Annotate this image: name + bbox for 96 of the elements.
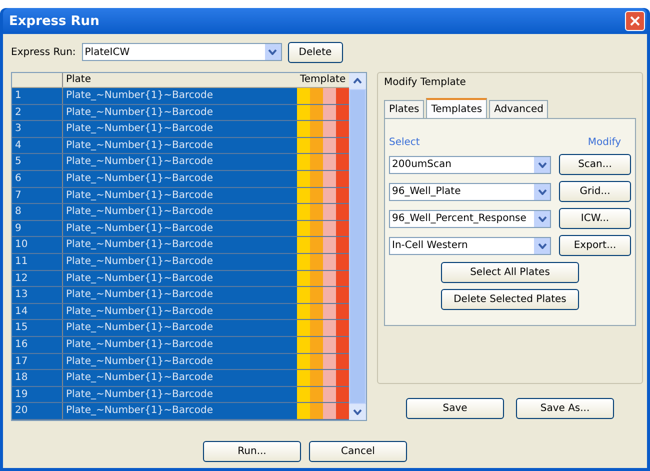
chevron-down-icon <box>538 162 546 168</box>
row-number: 2 <box>14 106 22 120</box>
table-row[interactable]: 20 Plate_~Number{1}~Barcode <box>12 403 349 420</box>
window-title: Express Run <box>9 14 100 28</box>
row-number: 3 <box>14 122 22 136</box>
row-number: 20 <box>14 404 29 418</box>
row-number: 8 <box>14 205 22 220</box>
table-row[interactable]: 8 Plate_~Number{1}~Barcode <box>12 204 349 221</box>
modify-button[interactable]: Scan... <box>559 154 631 175</box>
scrollbar[interactable] <box>349 73 366 420</box>
template-color-bar <box>297 287 349 303</box>
table-row[interactable]: 11 Plate_~Number{1}~Barcode <box>12 254 349 271</box>
modify-label: Modify <box>588 137 621 148</box>
template-dropdown[interactable]: 200umScan <box>389 156 551 174</box>
column-header[interactable]: Template <box>297 73 349 87</box>
express-run-dropdown[interactable]: PlateICW <box>82 43 282 61</box>
modify-button[interactable]: Export... <box>559 235 631 256</box>
row-number: 4 <box>14 138 22 153</box>
column-header[interactable]: Plate <box>62 73 297 87</box>
delete-button[interactable]: Delete <box>288 42 343 62</box>
dialog-button[interactable]: Run... <box>203 441 301 462</box>
chevron-down-icon <box>538 216 546 222</box>
chevron-up-icon <box>353 78 362 84</box>
tab[interactable]: Templates <box>426 98 488 118</box>
table-row[interactable]: 16 Plate_~Number{1}~Barcode <box>12 336 349 354</box>
row-number: 12 <box>14 272 29 286</box>
table-row[interactable]: 7 Plate_~Number{1}~Barcode <box>12 188 349 204</box>
row-number: 5 <box>14 155 22 170</box>
express-run-label: Express Run: <box>11 46 76 58</box>
table-row[interactable]: 10 Plate_~Number{1}~Barcode <box>12 237 349 254</box>
table-row[interactable]: 12 Plate_~Number{1}~Barcode <box>12 270 349 288</box>
row-number: 17 <box>14 354 29 368</box>
chevron-down-icon <box>268 49 278 55</box>
template-color-bar <box>297 170 349 187</box>
template-color-bar <box>297 254 349 270</box>
row-number: 15 <box>14 321 29 336</box>
tab[interactable]: Plates <box>384 100 424 118</box>
table-row[interactable]: 5 Plate_~Number{1}~Barcode <box>12 154 349 171</box>
template-color-bar <box>297 403 349 419</box>
row-number: 9 <box>14 222 22 236</box>
template-color-bar <box>297 88 349 104</box>
row-number: 14 <box>14 304 29 319</box>
template-color-bar <box>297 220 349 236</box>
close-button[interactable] <box>625 11 645 31</box>
template-color-bar <box>297 104 349 120</box>
close-icon <box>630 16 640 26</box>
table-row[interactable]: 18 Plate_~Number{1}~Barcode <box>12 370 349 387</box>
template-color-bar <box>297 121 349 137</box>
row-number: 11 <box>14 254 29 269</box>
action-button[interactable]: Select All Plates <box>441 262 579 283</box>
row-number: 10 <box>14 238 29 252</box>
template-color-bar <box>297 237 349 253</box>
row-number: 6 <box>14 172 22 186</box>
chevron-down-icon <box>538 242 546 248</box>
chevron-down-icon <box>353 408 362 415</box>
table-row[interactable]: 14 Plate_~Number{1}~Barcode <box>12 304 349 320</box>
template-dropdown[interactable]: In-Cell Western <box>389 236 551 254</box>
template-color-bar <box>297 204 349 220</box>
template-color-bar <box>297 370 349 386</box>
modify-button[interactable]: Grid... <box>559 181 631 202</box>
row-number: 19 <box>14 388 29 402</box>
row-number: 13 <box>14 288 29 302</box>
template-color-bar <box>297 154 349 170</box>
table-row[interactable]: 6 Plate_~Number{1}~Barcode <box>12 170 349 188</box>
template-color-bar <box>297 336 349 352</box>
table-row[interactable]: 4 Plate_~Number{1}~Barcode <box>12 138 349 154</box>
table-row[interactable]: 17 Plate_~Number{1}~Barcode <box>12 354 349 370</box>
group-title: Modify Template <box>384 77 467 88</box>
table-row[interactable]: 2 Plate_~Number{1}~Barcode <box>12 104 349 122</box>
select-label: Select <box>389 137 420 148</box>
template-color-bar <box>297 386 349 402</box>
template-color-bar <box>297 304 349 320</box>
table-row[interactable]: 19 Plate_~Number{1}~Barcode <box>12 386 349 404</box>
template-dropdown[interactable]: 96_Well_Percent_Response <box>389 210 551 228</box>
template-color-bar <box>297 270 349 286</box>
template-color-bar <box>297 138 349 154</box>
chevron-down-icon <box>538 188 546 194</box>
row-number: 18 <box>14 371 29 386</box>
template-color-bar <box>297 354 349 370</box>
template-dropdown[interactable]: 96_Well_Plate <box>389 182 551 200</box>
row-number: 1 <box>14 89 22 103</box>
table-row[interactable]: 15 Plate_~Number{1}~Barcode <box>12 320 349 337</box>
template-color-bar <box>297 320 349 336</box>
row-number: 7 <box>14 188 22 203</box>
modify-button[interactable]: ICW... <box>559 208 631 229</box>
row-number: 16 <box>14 338 29 352</box>
action-button[interactable]: Delete Selected Plates <box>441 289 579 310</box>
table-row[interactable]: 3 Plate_~Number{1}~Barcode <box>12 121 349 138</box>
template-color-bar <box>297 188 349 204</box>
table-row[interactable]: 1 Plate_~Number{1}~Barcode <box>12 88 349 105</box>
tab[interactable]: Advanced <box>489 100 548 118</box>
dialog-button[interactable]: Cancel <box>309 441 407 462</box>
table-row[interactable]: 13 Plate_~Number{1}~Barcode <box>12 287 349 304</box>
table-row[interactable]: 9 Plate_~Number{1}~Barcode <box>12 220 349 238</box>
save-button[interactable]: Save <box>406 398 504 419</box>
save-button[interactable]: Save As... <box>516 398 614 419</box>
